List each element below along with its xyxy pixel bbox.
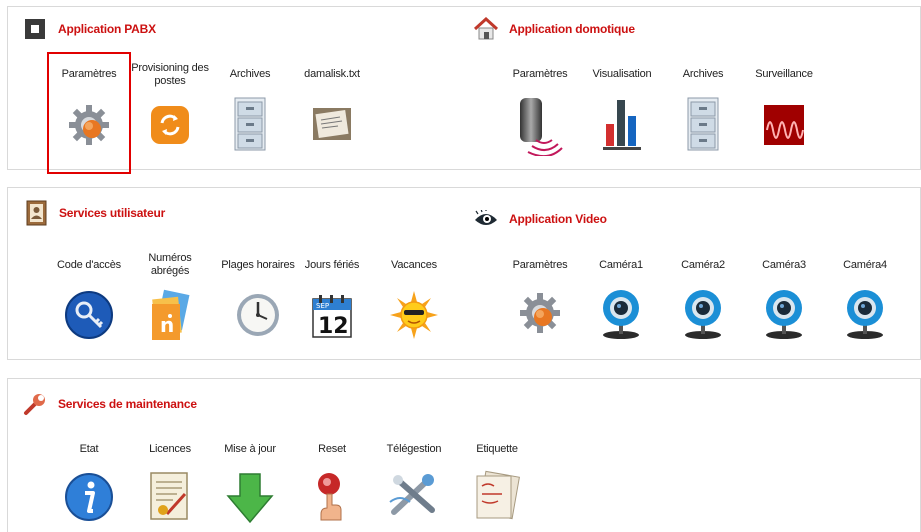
pabx-provisioning-item[interactable]: Provisioning des postes [128, 60, 212, 160]
pabx-archives-item[interactable]: Archives [208, 60, 292, 160]
bar-chart-icon [600, 96, 644, 155]
video-camera3-item[interactable]: Caméra3 [742, 250, 826, 346]
svg-text:SEP: SEP [316, 302, 329, 310]
webcam-icon [761, 288, 807, 343]
video-camera2-item[interactable]: Caméra2 [661, 250, 745, 346]
cabinet-icon [230, 96, 270, 155]
svg-text:n: n [160, 313, 174, 337]
webcam-icon [598, 288, 644, 343]
maintenance-mise-a-jour-item[interactable]: Mise à jour [208, 436, 292, 532]
key-icon [64, 290, 114, 343]
gear-icon [517, 290, 563, 339]
sensor-icon [514, 94, 566, 159]
maintenance-etat-item[interactable]: Etat [47, 436, 131, 532]
address-book-icon [23, 200, 49, 226]
svg-text:12: 12 [318, 314, 349, 339]
section-title-domotique: Application domotique [473, 16, 635, 42]
section-title-video: Application Video [473, 206, 607, 232]
utilisateur-code-acces-item[interactable]: Code d'accès [47, 250, 131, 346]
utilisateur-numeros-abreges-item[interactable]: Numéros abrégés n [128, 250, 212, 346]
contact-cards-icon: n [146, 288, 194, 347]
utilisateur-jours-feries-item[interactable]: Jours fériés SEP 12 [290, 250, 374, 346]
section-title-pabx: Application PABX [22, 16, 156, 42]
license-icon [147, 470, 193, 525]
reset-button-icon [312, 470, 352, 529]
house-icon [473, 16, 499, 42]
domotique-archives-item[interactable]: Archives [661, 60, 745, 160]
remote-tools-icon [388, 472, 440, 521]
pabx-damalisk-item[interactable]: damalisk.txt [290, 60, 374, 160]
maintenance-reset-item[interactable]: Reset [290, 436, 374, 532]
selection-highlight [47, 52, 131, 174]
clock-icon [235, 292, 281, 341]
maintenance-licences-item[interactable]: Licences [128, 436, 212, 532]
cabinet-icon [683, 96, 723, 155]
eye-icon [473, 206, 499, 232]
section-title-utilisateur: Services utilisateur [23, 200, 165, 226]
utilisateur-vacances-item[interactable]: Vacances [372, 250, 456, 346]
sun-icon [389, 290, 439, 343]
document-icon [310, 104, 354, 147]
info-icon [64, 472, 114, 525]
section-title-maintenance: Services de maintenance [22, 391, 197, 417]
video-camera1-item[interactable]: Caméra1 [579, 250, 663, 346]
calendar-icon: SEP 12 [310, 294, 354, 343]
waveform-icon [763, 104, 805, 149]
maintenance-telegestion-item[interactable]: Télégestion [372, 436, 456, 532]
video-parametres-item[interactable]: Paramètres [498, 250, 582, 346]
domotique-parametres-item[interactable]: Paramètres [498, 60, 582, 160]
wrench-icon [22, 391, 48, 417]
domotique-surveillance-item[interactable]: Surveillance [742, 60, 826, 160]
webcam-icon [842, 288, 888, 343]
down-arrow-icon [224, 472, 276, 527]
square-app-icon [22, 16, 48, 42]
maintenance-etiquette-item[interactable]: Etiquette [455, 436, 539, 532]
domotique-visualisation-item[interactable]: Visualisation [580, 60, 664, 160]
webcam-icon [680, 288, 726, 343]
label-icon [472, 470, 522, 525]
video-camera4-item[interactable]: Caméra4 [823, 250, 907, 346]
provisioning-icon [149, 104, 191, 149]
